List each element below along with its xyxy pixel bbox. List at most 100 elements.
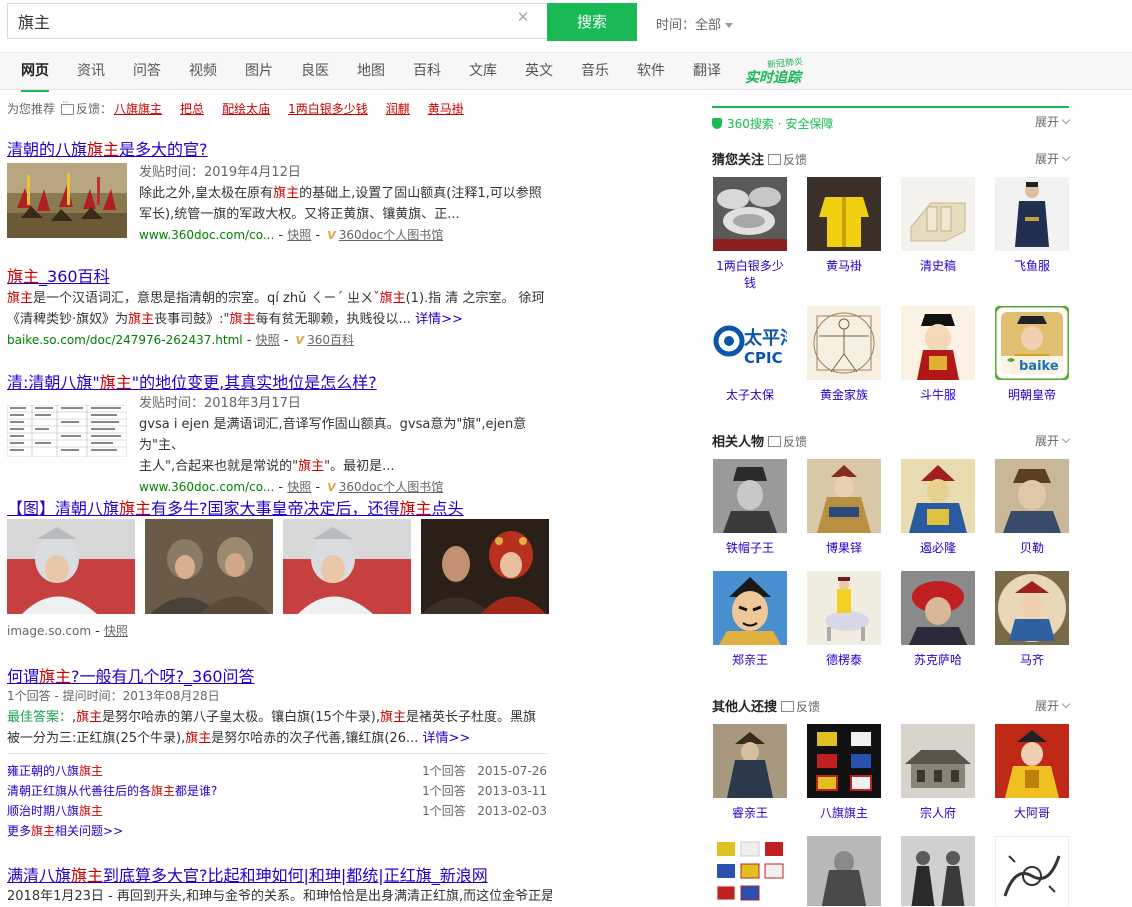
entity-card[interactable]: 太平洋CPIC 太子太保	[713, 306, 787, 404]
expand-button[interactable]: 展开	[1035, 697, 1071, 714]
tab-doctor[interactable]: 良医	[301, 53, 329, 90]
result-image[interactable]	[421, 519, 549, 614]
snippet-line: 旗主是一个汉语词汇，意思是指清朝的宗室。qí zhǔ ㄑㄧˊ ㄓㄨˇ旗主(1).…	[7, 288, 552, 309]
result-thumbnail[interactable]	[6, 404, 128, 458]
snippet-line: 最佳答案：,旗主是努尔哈赤的第八子皇太极。镶白旗(15个牛录),旗主是褚英长子杜…	[7, 707, 552, 728]
result-image[interactable]	[283, 519, 411, 614]
entity-card[interactable]	[995, 836, 1069, 906]
source-link[interactable]: 360doc个人图书馆	[339, 480, 443, 494]
entity-card[interactable]	[713, 836, 787, 906]
entity-card[interactable]: baike 明朝皇帝	[995, 306, 1069, 404]
entity-card[interactable]	[807, 836, 881, 906]
entity-card[interactable]: 斗牛服	[901, 306, 975, 404]
tab-baike[interactable]: 百科	[413, 53, 441, 90]
result-url[interactable]: www.360doc.com/co...	[139, 228, 274, 242]
details-link[interactable]: 详情>>	[415, 312, 463, 327]
title-text: _360百科	[39, 267, 110, 286]
clear-icon[interactable]: ✕	[515, 9, 531, 25]
snippet-text: 除此之外,皇太极在原有	[139, 186, 274, 201]
entity-card[interactable]: 黄马褂	[807, 177, 881, 275]
snapshot-link[interactable]: 快照	[104, 624, 128, 638]
tab-video[interactable]: 视频	[189, 53, 217, 90]
recommend-item[interactable]: 把总	[180, 102, 204, 116]
entity-image	[901, 836, 975, 906]
entity-card[interactable]: 苏克萨哈	[901, 571, 975, 669]
result-image[interactable]	[145, 519, 273, 614]
entity-card[interactable]: 博果铎	[807, 459, 881, 557]
result-url[interactable]: baike.so.com/doc/247976-262437.html	[7, 333, 243, 347]
tab-software[interactable]: 软件	[637, 53, 665, 90]
tab-web[interactable]: 网页	[21, 53, 49, 92]
recommend-item[interactable]: 黄马褂	[428, 102, 464, 116]
snippet-line: 军长),统管一旗的军政大权。又将正黄旗、镶黄旗、正...	[139, 207, 460, 222]
entity-card[interactable]	[901, 836, 975, 906]
result-title[interactable]: 清:清朝八旗"旗主"的地位变更,其真实地位是怎么样?	[7, 373, 377, 392]
entity-card[interactable]: 宗人府	[901, 724, 975, 822]
related-question-link[interactable]: 雍正朝的八旗旗主	[7, 764, 103, 778]
snippet-text: 主人",合起来也就是常说的"	[139, 459, 299, 474]
feedback-button[interactable]: 反馈	[768, 435, 807, 449]
recommend-item[interactable]: 润麒	[386, 102, 410, 116]
result-url[interactable]: www.360doc.com/co...	[139, 480, 274, 494]
source-link[interactable]: 360百科	[307, 333, 354, 347]
more-questions-link[interactable]: 更多旗主相关问题>>	[7, 824, 123, 838]
tab-music[interactable]: 音乐	[581, 53, 609, 90]
related-question-link[interactable]: 顺治时期八旗旗主	[7, 804, 103, 818]
tab-wenku[interactable]: 文库	[469, 53, 497, 90]
entity-card[interactable]: 郑亲王	[713, 571, 787, 669]
result-title[interactable]: 清朝的八旗旗主是多大的官?	[7, 140, 208, 159]
source-link[interactable]: 360doc个人图书馆	[339, 228, 443, 242]
entity-card[interactable]: 黄金家族	[807, 306, 881, 404]
recommend-item[interactable]: 八旗旗主	[114, 102, 162, 116]
entity-card[interactable]: 大阿哥	[995, 724, 1069, 822]
entity-image	[901, 459, 975, 533]
result-title[interactable]: 【图】清朝八旗旗主有多牛?国家大事皇帝决定后，还得旗主点头	[7, 499, 464, 518]
entity-card[interactable]: 清史稿	[901, 177, 975, 275]
entity-name: 博果铎	[825, 541, 862, 555]
entity-card[interactable]: 遏必隆	[901, 459, 975, 557]
entity-card[interactable]: 贝勒	[995, 459, 1069, 557]
feedback-button[interactable]: 反馈	[768, 153, 807, 167]
time-filter[interactable]: 时间：全部	[656, 14, 734, 33]
expand-button[interactable]: 展开	[1035, 113, 1071, 130]
recommend-item[interactable]: 1两白银多少钱	[288, 102, 368, 116]
image-source-url[interactable]: image.so.com	[7, 624, 91, 638]
tab-english[interactable]: 英文	[525, 53, 553, 90]
tab-translate[interactable]: 翻译	[693, 53, 721, 90]
search-input[interactable]	[8, 4, 508, 38]
entity-card[interactable]: 飞鱼服	[995, 177, 1069, 275]
result-thumbnail[interactable]	[7, 163, 127, 238]
tab-images[interactable]: 图片	[245, 53, 273, 90]
search-button[interactable]: 搜索	[547, 3, 637, 41]
tab-qa[interactable]: 问答	[133, 53, 161, 90]
recommend-item[interactable]: 配绘太庙	[222, 102, 270, 116]
entity-card[interactable]: 睿亲王	[713, 724, 787, 822]
result-image[interactable]	[7, 519, 135, 614]
related-question-link[interactable]: 清朝正红旗从代善往后的各旗主都是谁?	[7, 784, 217, 798]
entity-name: 清史稿	[919, 259, 956, 273]
result-title[interactable]: 何谓旗主?一般有几个呀?_360问答	[7, 667, 255, 686]
entity-card[interactable]: 八旗旗主	[807, 724, 881, 822]
result-title[interactable]: 满清八旗旗主到底算多大官?比起和珅如何|和珅|都统|正红旗_新浪网	[7, 866, 488, 885]
tab-news[interactable]: 资讯	[77, 53, 105, 90]
snapshot-link[interactable]: 快照	[287, 480, 311, 494]
tab-map[interactable]: 地图	[357, 53, 385, 90]
snapshot-link[interactable]: 快照	[256, 333, 280, 347]
feedback-button[interactable]: 反馈	[781, 700, 820, 714]
search-box	[7, 3, 547, 39]
snippet-line: 2018年1月23日 - 再回到开头,和珅与金爷的关系。和珅恰恰是出身满清正红旗…	[7, 889, 552, 904]
feedback-icon	[61, 98, 75, 115]
entity-card[interactable]: 德楞泰	[807, 571, 881, 669]
expand-button[interactable]: 展开	[1035, 150, 1071, 167]
details-link[interactable]: 详情>>	[423, 731, 471, 746]
entity-card[interactable]: 铁帽子王	[713, 459, 787, 557]
snapshot-link[interactable]: 快照	[287, 228, 311, 242]
recommend-feedback[interactable]: 反馈：	[76, 102, 112, 116]
snippet-text: 丧事司鼓》:"	[154, 312, 230, 327]
entity-card[interactable]: 马齐	[995, 571, 1069, 669]
entity-card[interactable]: 1两白银多少钱	[713, 177, 787, 292]
expand-button[interactable]: 展开	[1035, 432, 1071, 449]
result-title[interactable]: 旗主_360百科	[7, 267, 110, 286]
entity-image	[713, 724, 787, 798]
entity-name: 郑亲王	[731, 653, 768, 667]
